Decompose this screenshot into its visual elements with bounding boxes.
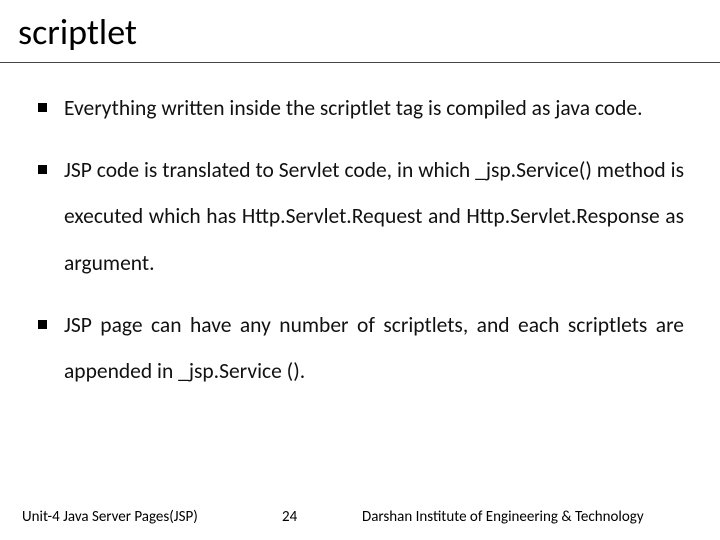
list-item: JSP code is translated to Servlet code, … [36, 147, 684, 286]
footer-right: Darshan Institute of Engineering & Techn… [362, 508, 698, 526]
slide-title-area: scriptlet [0, 0, 720, 63]
list-item: JSP page can have any number of scriptle… [36, 302, 684, 394]
list-item: Everything written inside the scriptlet … [36, 85, 684, 131]
slide-content: Everything written inside the scriptlet … [0, 63, 720, 394]
bullet-list: Everything written inside the scriptlet … [36, 85, 684, 394]
slide-title: scriptlet [18, 10, 702, 54]
footer-left: Unit-4 Java Server Pages(JSP) [22, 508, 282, 526]
slide-footer: Unit-4 Java Server Pages(JSP) 24 Darshan… [0, 508, 720, 526]
footer-page-number: 24 [282, 508, 362, 526]
